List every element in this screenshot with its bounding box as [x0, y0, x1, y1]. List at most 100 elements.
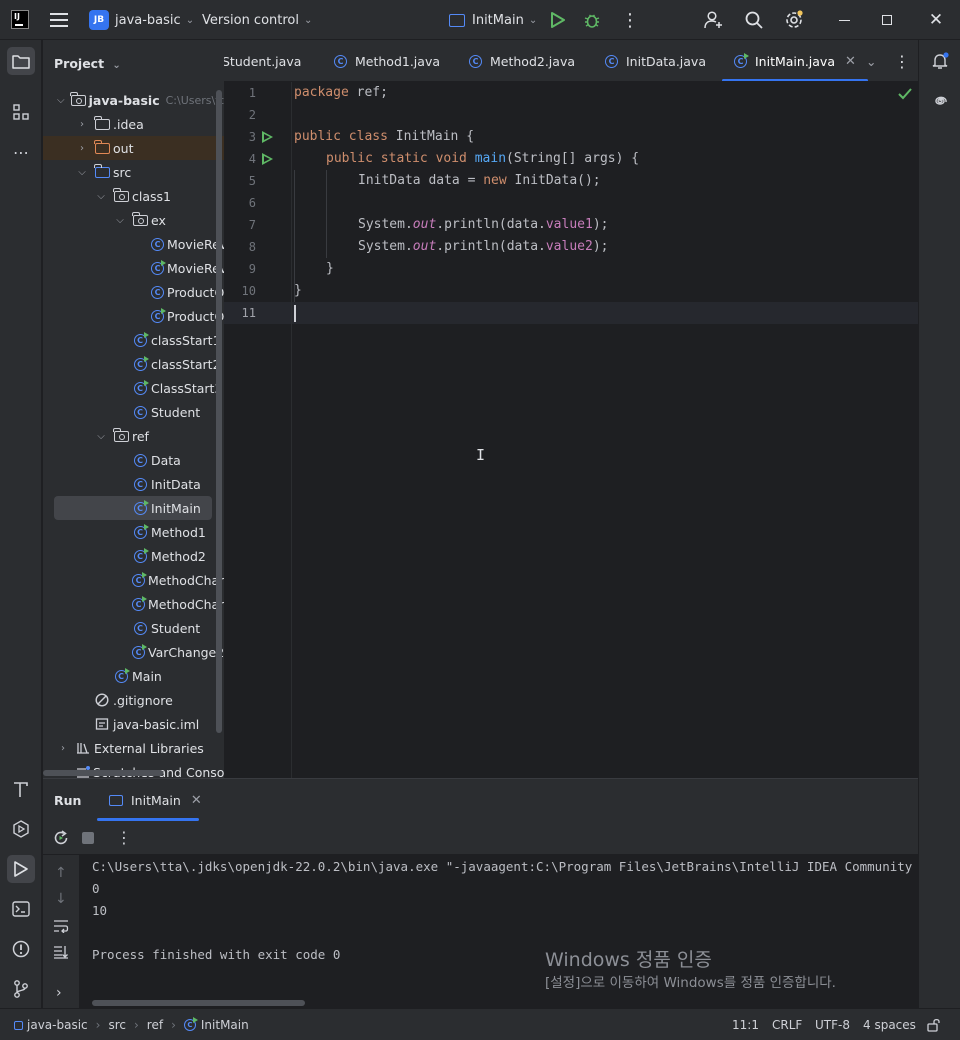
- tree-item-label: External Libraries: [94, 740, 204, 756]
- module-icon: [14, 1020, 23, 1030]
- tree-item-idea[interactable]: › .idea: [43, 112, 224, 136]
- project-vertical-scrollbar[interactable]: [216, 90, 222, 733]
- tree-item-class[interactable]: C VarChange2: [43, 640, 224, 664]
- tree-item-external-libraries[interactable]: › External Libraries: [43, 736, 224, 760]
- build-tool-button[interactable]: [7, 775, 35, 803]
- tree-item-label: Method1: [151, 524, 206, 540]
- run-gutter-icon[interactable]: [262, 153, 273, 165]
- project-selector[interactable]: JB java-basic ⌄: [89, 0, 194, 40]
- more-tools-button[interactable]: ⋯: [7, 138, 35, 166]
- no-problems-check-icon[interactable]: [898, 88, 912, 103]
- tree-item-class[interactable]: C ProductOrder: [43, 304, 224, 328]
- tree-item-class1[interactable]: ⌵ class1: [43, 184, 224, 208]
- tree-item-class[interactable]: C Student: [43, 616, 224, 640]
- tree-item-iml[interactable]: java-basic.iml: [43, 712, 224, 736]
- breadcrumb-item[interactable]: InitMain: [201, 1018, 249, 1032]
- code-text: ref;: [348, 85, 388, 100]
- console-side-toolbar: ↑ ↓ ›: [43, 855, 79, 1008]
- more-actions-button[interactable]: ⋮: [621, 0, 639, 40]
- project-name: java-basic: [115, 12, 181, 28]
- settings-button[interactable]: [784, 0, 804, 40]
- tab-method1-java[interactable]: C Method1.java: [334, 40, 440, 81]
- stop-button[interactable]: [82, 832, 94, 844]
- tree-item-label: Method2: [151, 548, 206, 564]
- console-horizontal-scrollbar[interactable]: [92, 1000, 305, 1006]
- tree-item-class[interactable]: C Data: [43, 448, 224, 472]
- notifications-button[interactable]: [926, 47, 954, 75]
- tree-item-class[interactable]: C ProductOrderMain: [43, 280, 224, 304]
- file-readonly-toggle[interactable]: [927, 1009, 941, 1040]
- tree-item-class-selected[interactable]: C InitMain: [54, 496, 212, 520]
- tree-item-class[interactable]: C Main: [43, 664, 224, 688]
- breadcrumb-item[interactable]: src: [108, 1018, 126, 1032]
- tree-item-project-root[interactable]: ⌵ java-basic C:\Users\tta: [43, 88, 224, 112]
- terminal-tool-button[interactable]: [7, 895, 35, 923]
- tree-item-class[interactable]: C Method1: [43, 520, 224, 544]
- tree-item-out[interactable]: › out: [43, 136, 224, 160]
- tab-method2-java[interactable]: C Method2.java: [469, 40, 575, 81]
- tree-item-class[interactable]: C MethodChange1: [43, 568, 224, 592]
- minimize-button[interactable]: [821, 0, 867, 40]
- tree-item-class[interactable]: C classStart1: [43, 328, 224, 352]
- tab-initdata-java[interactable]: C InitData.java: [605, 40, 706, 81]
- tab-initmain-java[interactable]: C InitMain.java ✕: [722, 40, 868, 81]
- vcs-menu[interactable]: Version control ⌄: [202, 0, 312, 40]
- chevron-right-icon: ›: [56, 985, 62, 1001]
- project-tool-button[interactable]: [7, 47, 35, 75]
- line-separator[interactable]: CRLF: [772, 1009, 802, 1040]
- tree-item-src[interactable]: ⌵ src: [43, 160, 224, 184]
- project-panel-header[interactable]: Project ⌄: [54, 56, 121, 71]
- scroll-to-end-button[interactable]: [53, 945, 69, 962]
- tree-item-label: Student: [151, 620, 201, 636]
- scroll-down-button[interactable]: ↓: [55, 891, 67, 907]
- breadcrumb-item[interactable]: java-basic: [27, 1018, 88, 1032]
- run-button[interactable]: [551, 0, 565, 40]
- windows-activation-title: Windows 정품 인증: [545, 949, 712, 971]
- code-text: System.: [358, 239, 413, 254]
- add-user-button[interactable]: [704, 0, 724, 40]
- caret-position[interactable]: 11:1: [732, 1009, 759, 1040]
- expand-toolbar-button[interactable]: ›: [56, 985, 62, 1001]
- tabs-more-button[interactable]: ⋮: [894, 40, 910, 81]
- scroll-up-button[interactable]: ↑: [55, 865, 67, 881]
- problems-tool-button[interactable]: [7, 935, 35, 963]
- tree-item-ex[interactable]: ⌵ ex: [43, 208, 224, 232]
- close-tab-icon[interactable]: ✕: [845, 54, 856, 69]
- tabs-dropdown-button[interactable]: ⌄: [866, 40, 876, 81]
- breadcrumb-item[interactable]: ref: [147, 1018, 163, 1032]
- tree-item-class[interactable]: C classStart2: [43, 352, 224, 376]
- file-encoding[interactable]: UTF-8: [815, 1009, 850, 1040]
- tree-item-class[interactable]: C Method2: [43, 544, 224, 568]
- ai-assistant-button[interactable]: [926, 87, 954, 115]
- maximize-button[interactable]: [864, 0, 910, 40]
- tab-student-java[interactable]: Student.java: [224, 40, 301, 81]
- runnable-class-icon: C: [132, 595, 147, 612]
- tree-item-class[interactable]: C ClassStart3: [43, 376, 224, 400]
- rerun-button[interactable]: [53, 830, 69, 849]
- code-text: (String[] args) {: [506, 151, 640, 166]
- tree-item-class[interactable]: C MovieReviewMain: [43, 232, 224, 256]
- close-window-button[interactable]: ✕: [913, 0, 959, 40]
- git-tool-button[interactable]: [7, 975, 35, 1003]
- run-tool-button[interactable]: [7, 855, 35, 883]
- soft-wrap-button[interactable]: [53, 919, 69, 936]
- structure-tool-button[interactable]: [7, 98, 35, 126]
- run-config-selector[interactable]: InitMain ⌄: [449, 0, 537, 40]
- main-menu-button[interactable]: [50, 0, 68, 40]
- run-config-tab[interactable]: InitMain ✕: [97, 779, 214, 821]
- indent-setting[interactable]: 4 spaces: [863, 1009, 916, 1040]
- tree-item-ref[interactable]: ⌵ ref: [43, 424, 224, 448]
- run-more-button[interactable]: ⋮: [116, 828, 132, 847]
- run-gutter-icon[interactable]: [262, 131, 273, 143]
- search-button[interactable]: [745, 0, 763, 40]
- tree-item-class[interactable]: C MethodChange2: [43, 592, 224, 616]
- project-horizontal-scrollbar[interactable]: [43, 770, 163, 776]
- close-tab-icon[interactable]: ✕: [191, 793, 202, 808]
- project-panel: Project ⌄ ⌵ java-basic C:\Users\tta › .i…: [43, 40, 224, 778]
- debug-button[interactable]: [584, 0, 600, 40]
- tree-item-class[interactable]: C Student: [43, 400, 224, 424]
- tree-item-class[interactable]: C MovieReview: [43, 256, 224, 280]
- tree-item-class[interactable]: C InitData: [43, 472, 224, 496]
- services-tool-button[interactable]: [7, 815, 35, 843]
- tree-item-gitignore[interactable]: .gitignore: [43, 688, 224, 712]
